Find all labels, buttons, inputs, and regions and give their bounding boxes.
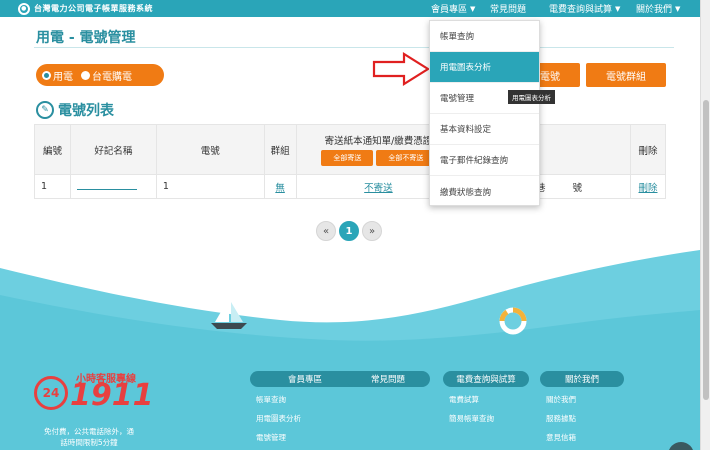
red-arrow-icon [372,52,431,86]
menu-item-profile-settings[interactable]: 基本資料設定 [430,114,539,145]
life-ring-icon [499,307,527,335]
chevron-down-icon: ▼ [675,4,681,13]
footer-link[interactable]: 關於我們 [546,394,624,406]
page-1-button[interactable]: 1 [339,221,359,241]
nav-member-label: 會員專區 [431,5,468,15]
footer-col-member: 會員專區 帳單查詢 用電圖表分析 電號管理 [250,371,360,444]
pagination: « 1 » [316,221,382,241]
chevron-down-icon: ▼ [470,4,476,13]
group-link[interactable]: 無 [275,183,285,194]
table-row: 1 1 無 不寄送 段 巷 號 刪除 [34,174,666,199]
radio-purchase-label: 台電購電 [92,71,132,83]
chevron-down-icon: ▼ [615,4,621,13]
logo-text: 台灣電力公司電子帳單服務系統 [34,4,153,13]
hotline-note: 免付費，公共電話除外，通話時間限制5分鐘 [44,427,134,447]
footer-head-faq[interactable]: 常見問題 [346,371,430,387]
power-type-radio-group: 用電 台電購電 [36,64,164,86]
table-header-row: 編號 好記名稱 電號 群組 寄送紙本通知單/繳費憑證 全部寄送 全部不寄送 刪除 [34,124,666,175]
divider [34,47,674,48]
edit-icon: ✎ [36,101,54,119]
cell-nickname [69,174,157,199]
col-group: 群組 [263,124,297,175]
radio-usage-label: 用電 [53,71,73,83]
sailboat-icon [211,298,247,329]
footer-head-about: 關於我們 [540,371,624,387]
page-scrollbar[interactable] [700,0,710,450]
delete-link[interactable]: 刪除 [639,183,658,194]
footer-col-faq: 常見問題 [346,371,430,387]
menu-item-usage-chart[interactable]: 用電圖表分析 [430,52,539,83]
send-toggle-link[interactable]: 不寄送 [364,183,393,194]
list-title-text: 電號列表 [58,103,114,119]
cell-number: 1 [155,174,265,199]
radio-purchase[interactable] [81,70,90,80]
col-no: 編號 [34,124,71,175]
nav-bill-query-label: 電費查詢與試算 [549,5,613,15]
col-delete: 刪除 [630,124,666,175]
scrollbar-thumb[interactable] [703,100,709,400]
number-group-button[interactable]: 電號群組 [586,63,666,87]
nav-about[interactable]: 關於我們 ▼ [636,0,680,17]
footer-link[interactable]: 電費試算 [449,394,529,406]
phone-24h-icon: 24 [34,376,68,410]
footer-link[interactable]: 意見信箱 [546,432,624,444]
prev-page-button[interactable]: « [316,221,336,241]
menu-item-bill-query[interactable]: 帳單查詢 [430,21,539,52]
no-send-all-button[interactable]: 全部不寄送 [376,150,436,166]
menu-item-email-log[interactable]: 電子郵件紀錄查詢 [430,145,539,176]
hotline-number: 1911 [70,378,154,413]
footer-link[interactable]: 帳單查詢 [256,394,360,406]
top-navbar: ● 台灣電力公司電子帳單服務系統 會員專區 ▼ 常見問題 電費查詢與試算 ▼ 關於我… [0,0,700,17]
number-table: 編號 好記名稱 電號 群組 寄送紙本通知單/繳費憑證 全部寄送 全部不寄送 刪除… [34,124,666,199]
site-logo[interactable]: ● 台灣電力公司電子帳單服務系統 [18,2,153,15]
cell-group: 無 [263,174,297,199]
taipower-logo-icon: ● [18,2,30,15]
member-dropdown-menu: 帳單查詢 用電圖表分析 電號管理 基本資料設定 電子郵件紀錄查詢 繳費狀態查詢 [429,20,540,206]
list-title: ✎ 電號列表 [36,100,114,120]
footer-head-member: 會員專區 [250,371,360,387]
page-title: 用電 - 電號管理 [36,30,136,46]
menu-item-payment-status[interactable]: 繳費狀態查詢 [430,176,539,207]
send-all-button[interactable]: 全部寄送 [321,150,374,166]
next-page-button[interactable]: » [362,221,382,241]
nav-bill-query[interactable]: 電費查詢與試算 ▼ [549,0,620,17]
cell-no: 1 [34,174,71,199]
footer-link[interactable]: 電號管理 [256,432,360,444]
footer-link[interactable]: 服務據點 [546,413,624,425]
col-number: 電號 [155,124,265,175]
footer-link[interactable]: 用電圖表分析 [256,413,360,425]
nav-about-label: 關於我們 [636,5,673,15]
radio-usage[interactable] [42,70,51,80]
footer-col-bill: 電費查詢與試算 電費試算 簡易帳單查詢 [443,371,529,425]
footer-col-about: 關於我們 關於我們 服務據點 意見信箱 [540,371,624,444]
nav-member[interactable]: 會員專區 ▼ [431,0,475,17]
footer-head-bill: 電費查詢與試算 [443,371,529,387]
nav-faq[interactable]: 常見問題 [490,0,526,17]
tooltip: 用電圖表分析 [508,90,555,104]
col-nickname: 好記名稱 [69,124,157,175]
nickname-input[interactable] [76,180,137,190]
nav-faq-label: 常見問題 [490,5,527,15]
cell-delete: 刪除 [630,174,666,199]
footer-link[interactable]: 簡易帳單查詢 [449,413,529,425]
